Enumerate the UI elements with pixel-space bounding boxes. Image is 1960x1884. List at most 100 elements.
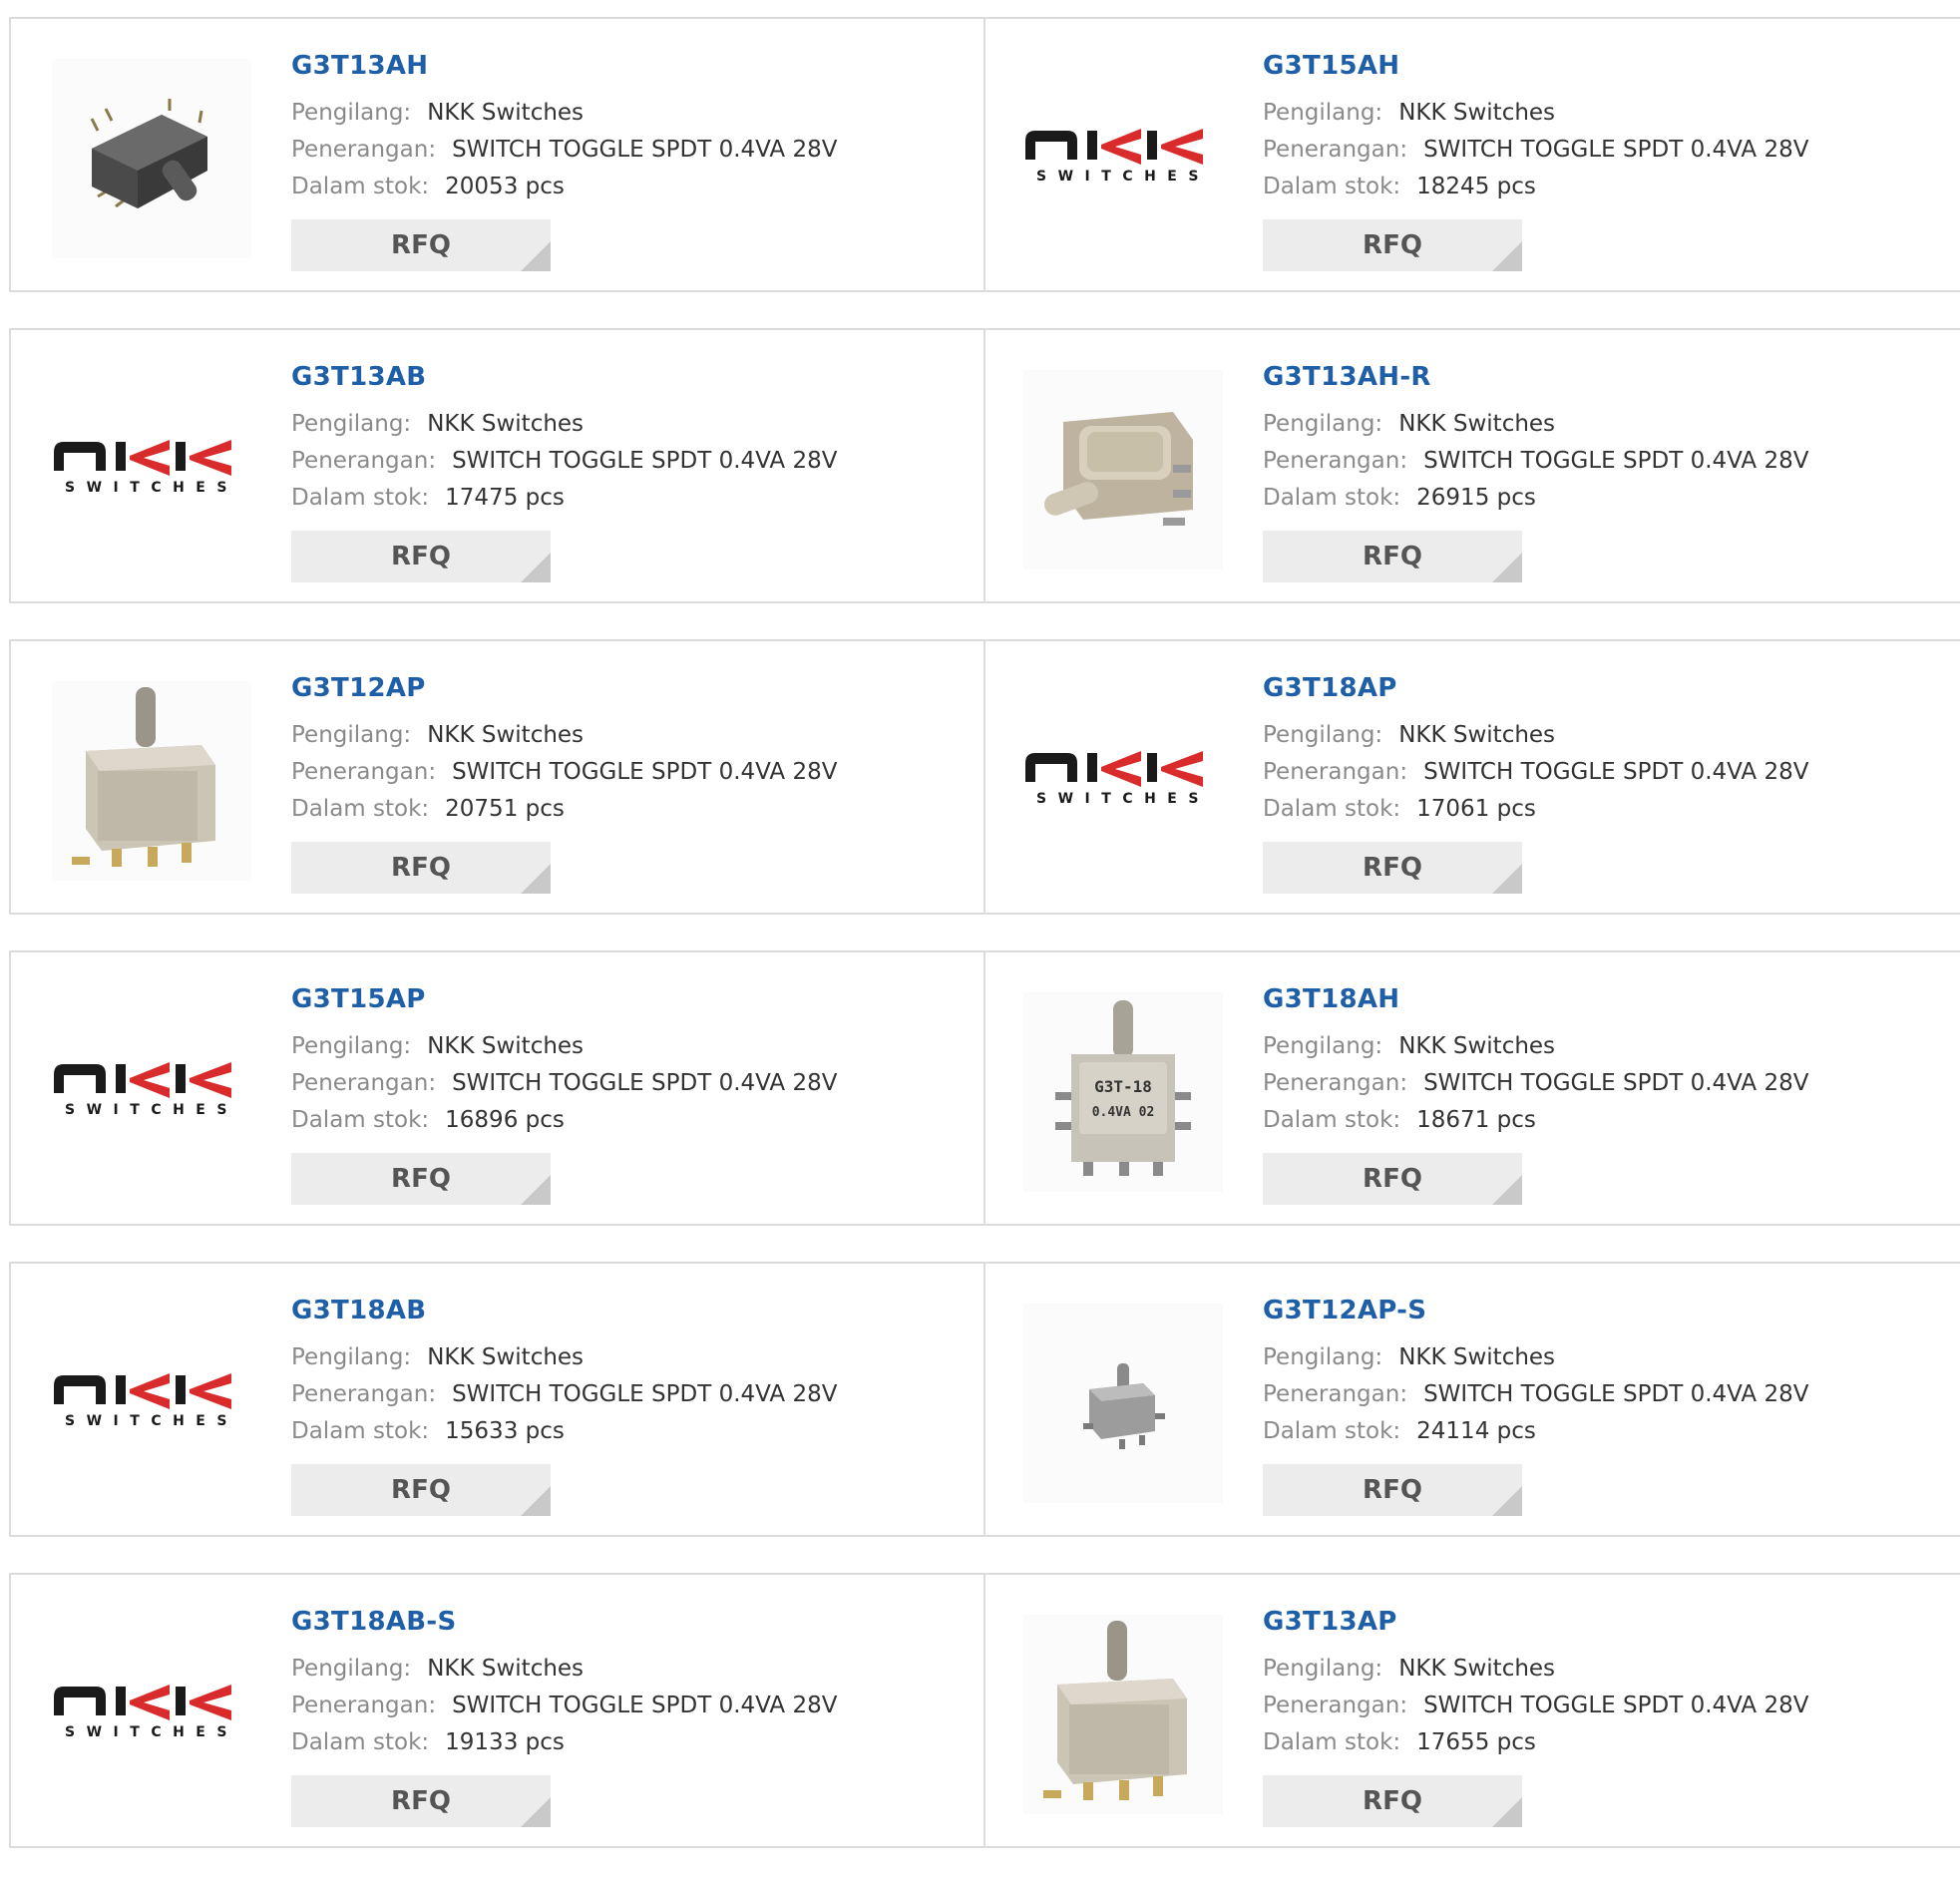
description-row: Penerangan: SWITCH TOGGLE SPDT 0.4VA 28V [1263, 1065, 1921, 1102]
manufacturer-value: NKK Switches [427, 1344, 585, 1370]
stock-label: Dalam stok: [291, 174, 430, 199]
manufacturer-value: NKK Switches [1398, 1656, 1556, 1682]
rfq-button[interactable]: RFQ [1263, 1153, 1522, 1205]
product-image[interactable]: SWITCHES [52, 1615, 251, 1814]
rfq-button[interactable]: RFQ [291, 842, 551, 894]
product-title-link[interactable]: G3T13AH [291, 49, 950, 83]
manufacturer-label: Pengilang: [1263, 1656, 1383, 1682]
manufacturer-row: Pengilang: NKK Switches [291, 95, 950, 132]
rfq-label: RFQ [1363, 1786, 1422, 1816]
description-label: Penerangan: [1263, 1070, 1408, 1096]
manufacturer-value: NKK Switches [427, 1033, 585, 1059]
manufacturer-row: Pengilang: NKK Switches [291, 1028, 950, 1065]
manufacturer-value: NKK Switches [427, 411, 585, 437]
manufacturer-label: Pengilang: [1263, 722, 1383, 748]
stock-row: Dalam stok: 19133 pcs [291, 1724, 950, 1761]
manufacturer-value: NKK Switches [1398, 722, 1556, 748]
manufacturer-value: NKK Switches [427, 1656, 585, 1682]
manufacturer-value: NKK Switches [1398, 411, 1556, 437]
description-label: Penerangan: [1263, 759, 1408, 785]
manufacturer-row: Pengilang: NKK Switches [1263, 1028, 1921, 1065]
product-image[interactable]: SWITCHES [52, 992, 251, 1192]
rfq-button[interactable]: RFQ [1263, 219, 1522, 271]
corner-triangle-icon [1492, 1175, 1522, 1205]
toggle-switch-photo: G3T-18 0.4VA 02 [1023, 992, 1223, 1192]
rfq-button[interactable]: RFQ [1263, 1775, 1522, 1827]
product-title-link[interactable]: G3T18AB-S [291, 1605, 950, 1639]
product-title-link[interactable]: G3T13AB [291, 360, 950, 394]
stock-row: Dalam stok: 20751 pcs [291, 791, 950, 828]
nkk-logo-icon: SWITCHES [54, 1685, 238, 1740]
description-value: SWITCH TOGGLE SPDT 0.4VA 28V [1423, 759, 1809, 785]
product-title-link[interactable]: G3T13AP [1263, 1605, 1921, 1639]
product-image[interactable] [52, 681, 251, 881]
rfq-label: RFQ [1363, 542, 1422, 571]
description-row: Penerangan: SWITCH TOGGLE SPDT 0.4VA 28V [1263, 1376, 1921, 1413]
rfq-label: RFQ [391, 1164, 451, 1194]
toggle-switch-photo [52, 59, 251, 258]
logo-tagline: SWITCHES [65, 480, 238, 496]
rfq-button[interactable]: RFQ [1263, 1464, 1522, 1516]
product-row: G3T13AH Pengilang: NKK Switches Peneranga… [9, 17, 1960, 292]
description-label: Penerangan: [1263, 1381, 1408, 1407]
product-title-link[interactable]: G3T18AH [1263, 982, 1921, 1016]
description-value: SWITCH TOGGLE SPDT 0.4VA 28V [1423, 1693, 1809, 1718]
rfq-button[interactable]: RFQ [1263, 531, 1522, 582]
stock-label: Dalam stok: [291, 1418, 430, 1444]
product-title-link[interactable]: G3T18AP [1263, 671, 1921, 705]
stock-row: Dalam stok: 24114 pcs [1263, 1413, 1921, 1450]
product-image[interactable]: G3T-18 0.4VA 02 [1023, 992, 1223, 1192]
manufacturer-label: Pengilang: [291, 100, 412, 126]
stock-row: Dalam stok: 16896 pcs [291, 1102, 950, 1139]
product-image[interactable] [52, 59, 251, 258]
product-image[interactable] [1023, 1615, 1223, 1814]
description-row: Penerangan: SWITCH TOGGLE SPDT 0.4VA 28V [291, 1065, 950, 1102]
rfq-button[interactable]: RFQ [291, 1464, 551, 1516]
stock-row: Dalam stok: 18671 pcs [1263, 1102, 1921, 1139]
rfq-button[interactable]: RFQ [291, 1775, 551, 1827]
product-image[interactable] [1023, 1304, 1223, 1503]
product-grid: G3T13AH Pengilang: NKK Switches Peneranga… [9, 17, 1960, 1884]
product-title-link[interactable]: G3T18AB [291, 1294, 950, 1327]
stock-value: 20053 pcs [445, 174, 565, 199]
toggle-switch-photo [52, 681, 251, 881]
stock-value: 16896 pcs [445, 1107, 565, 1133]
product-title-link[interactable]: G3T15AH [1263, 49, 1921, 83]
stock-label: Dalam stok: [291, 485, 430, 511]
product-title-link[interactable]: G3T12AP-S [1263, 1294, 1921, 1327]
rfq-button[interactable]: RFQ [291, 531, 551, 582]
manufacturer-row: Pengilang: NKK Switches [1263, 1339, 1921, 1376]
stock-value: 26915 pcs [1416, 485, 1536, 511]
rfq-button[interactable]: RFQ [291, 1153, 551, 1205]
stock-row: Dalam stok: 17475 pcs [291, 480, 950, 517]
product-image[interactable]: SWITCHES [1023, 59, 1223, 258]
manufacturer-value: NKK Switches [1398, 100, 1556, 126]
stock-label: Dalam stok: [291, 1729, 430, 1755]
manufacturer-label: Pengilang: [1263, 1344, 1383, 1370]
product-info: G3T13AP Pengilang: NKK Switches Peneranga… [1263, 1605, 1921, 1827]
product-card: G3T12AP Pengilang: NKK Switches Peneranga… [9, 639, 985, 915]
product-image[interactable]: SWITCHES [1023, 681, 1223, 881]
stock-row: Dalam stok: 17061 pcs [1263, 791, 1921, 828]
product-card: SWITCHES G3T18AB-S Pengilang: NKK Switche… [9, 1573, 985, 1848]
manufacturer-value: NKK Switches [1398, 1344, 1556, 1370]
product-image[interactable]: SWITCHES [52, 370, 251, 569]
stock-row: Dalam stok: 17655 pcs [1263, 1724, 1921, 1761]
product-image[interactable]: SWITCHES [52, 1304, 251, 1503]
description-row: Penerangan: SWITCH TOGGLE SPDT 0.4VA 28V [291, 1376, 950, 1413]
product-title-link[interactable]: G3T15AP [291, 982, 950, 1016]
rfq-label: RFQ [1363, 1164, 1422, 1194]
stock-label: Dalam stok: [1263, 174, 1401, 199]
stock-row: Dalam stok: 20053 pcs [291, 169, 950, 205]
product-card: SWITCHES G3T18AP Pengilang: NKK Switches … [985, 639, 1960, 915]
product-title-link[interactable]: G3T13AH-R [1263, 360, 1921, 394]
logo-tagline: SWITCHES [65, 1724, 238, 1740]
manufacturer-label: Pengilang: [291, 722, 412, 748]
stock-label: Dalam stok: [1263, 796, 1401, 822]
toggle-switch-photo [1023, 1304, 1223, 1503]
product-title-link[interactable]: G3T12AP [291, 671, 950, 705]
product-image[interactable] [1023, 370, 1223, 569]
manufacturer-value: NKK Switches [1398, 1033, 1556, 1059]
rfq-button[interactable]: RFQ [1263, 842, 1522, 894]
rfq-button[interactable]: RFQ [291, 219, 551, 271]
